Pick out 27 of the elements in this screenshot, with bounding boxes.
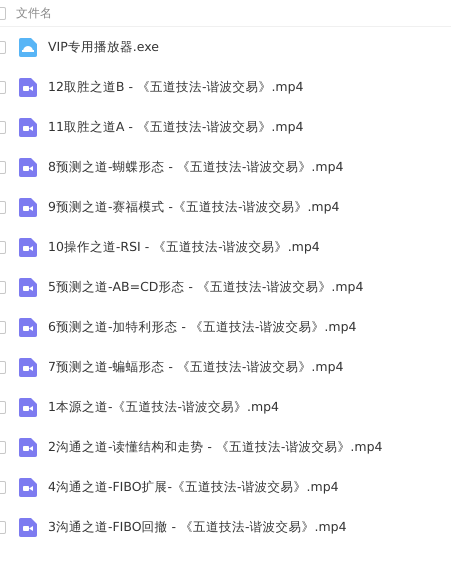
file-name[interactable]: 6预测之道-加特利形态 - 《五道技法-谐波交易》.mp4 bbox=[48, 318, 356, 336]
video-file-icon bbox=[19, 78, 37, 96]
video-file-icon bbox=[19, 358, 37, 376]
video-file-icon bbox=[19, 198, 37, 216]
file-name[interactable]: 10操作之道-RSI - 《五道技法-谐波交易》.mp4 bbox=[48, 238, 320, 256]
file-name[interactable]: 4沟通之道-FIBO扩展-《五道技法-谐波交易》.mp4 bbox=[48, 478, 339, 496]
file-name[interactable]: 11取胜之道A - 《五道技法-谐波交易》.mp4 bbox=[48, 118, 304, 136]
file-name[interactable]: 12取胜之道B - 《五道技法-谐波交易》.mp4 bbox=[48, 78, 304, 96]
video-file-icon bbox=[19, 318, 37, 336]
file-name[interactable]: 7预测之道-蝙蝠形态 - 《五道技法-谐波交易》.mp4 bbox=[48, 358, 344, 376]
column-header[interactable]: 文件名 bbox=[16, 4, 52, 22]
file-name[interactable]: VIP专用播放器.exe bbox=[48, 38, 159, 56]
video-file-icon bbox=[19, 118, 37, 136]
file-name[interactable]: 3沟通之道-FIBO回撤 - 《五道技法-谐波交易》.mp4 bbox=[48, 518, 347, 536]
video-file-icon bbox=[19, 238, 37, 256]
video-file-icon bbox=[19, 278, 37, 296]
video-file-icon bbox=[19, 438, 37, 456]
file-name[interactable]: 8预测之道-蝴蝶形态 - 《五道技法-谐波交易》.mp4 bbox=[48, 158, 344, 176]
file-name[interactable]: 9预测之道-赛福模式 -《五道技法-谐波交易》.mp4 bbox=[48, 198, 340, 216]
video-file-icon bbox=[19, 518, 37, 536]
video-file-icon bbox=[19, 158, 37, 176]
file-name[interactable]: 1本源之道-《五道技法-谐波交易》.mp4 bbox=[48, 398, 280, 416]
file-name[interactable]: 5预测之道-AB=CD形态 - 《五道技法-谐波交易》.mp4 bbox=[48, 278, 364, 296]
file-name[interactable]: 2沟通之道-读懂结构和走势 - 《五道技法-谐波交易》.mp4 bbox=[48, 438, 382, 456]
video-file-icon bbox=[19, 398, 37, 416]
app-file-icon bbox=[19, 38, 37, 56]
video-file-icon bbox=[19, 478, 37, 496]
